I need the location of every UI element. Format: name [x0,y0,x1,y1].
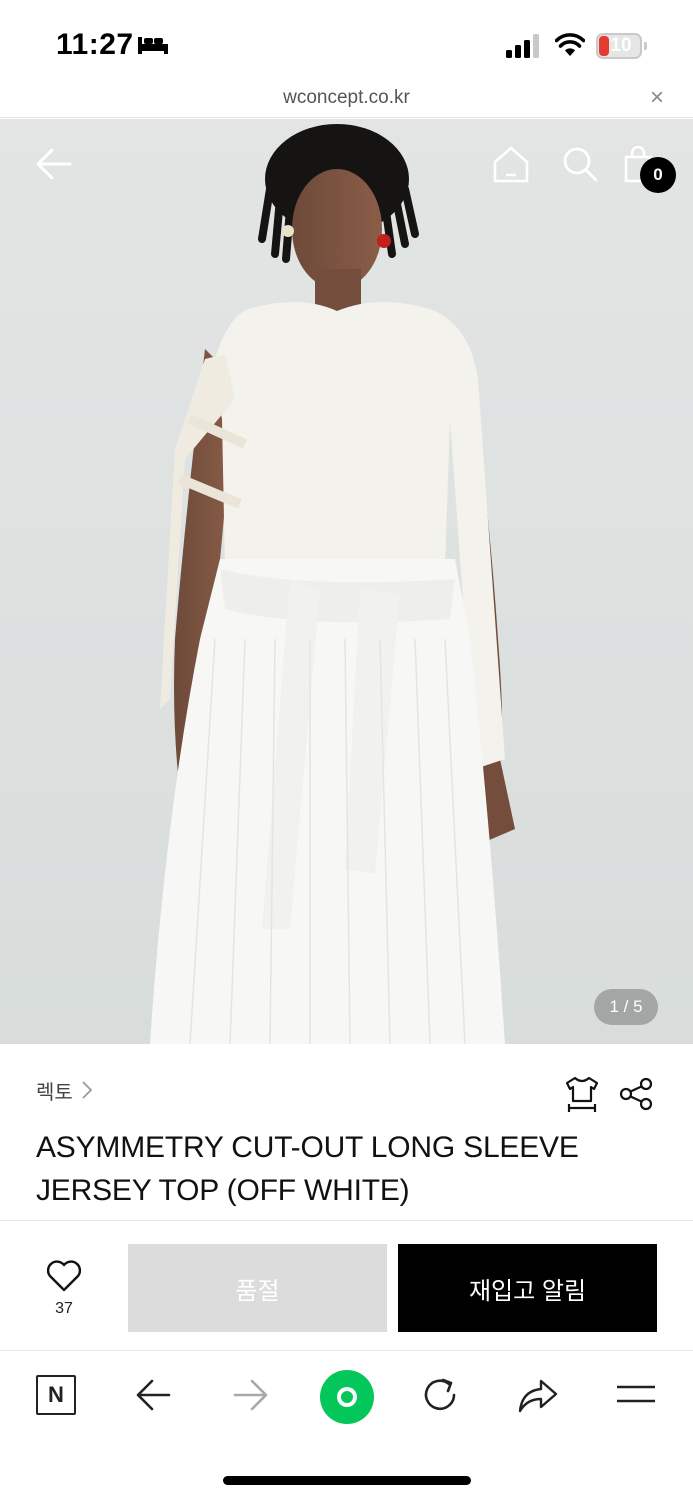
back-icon[interactable] [135,1375,173,1415]
soldout-button[interactable]: 품절 [128,1244,387,1332]
wifi-icon [555,33,585,56]
status-time: 11:27 [56,28,134,61]
size-guide-icon[interactable] [563,1075,601,1115]
home-icon[interactable] [492,145,530,183]
battery-level: 10 [610,35,632,56]
brand-link[interactable]: 렉토 [36,1075,93,1105]
product-title-line2: JERSEY TOP (OFF WHITE) [36,1174,410,1207]
back-arrow-icon[interactable] [34,147,74,181]
battery-icon: 10 [596,33,648,59]
brand-name[interactable]: 렉토 [36,1076,73,1105]
model-photo [0,119,693,1044]
menu-icon[interactable] [615,1381,657,1409]
like-count: 37 [55,1300,73,1317]
product-image[interactable]: 0 1 / 5 [0,119,693,1044]
chevron-right-icon [82,1081,93,1099]
close-icon[interactable]: × [645,86,669,111]
product-title: ASYMMETRY CUT-OUT LONG SLEEVE JERSEY TOP… [36,1126,656,1212]
search-icon[interactable] [561,145,599,183]
signal-icon [506,34,539,58]
bed-icon [138,37,168,54]
reload-icon[interactable] [421,1375,461,1415]
forward-icon[interactable] [231,1375,269,1415]
like-button[interactable]: 37 [30,1258,98,1324]
cart-count-badge[interactable]: 0 [640,157,676,193]
naver-n-icon[interactable]: N [36,1375,76,1415]
heart-icon [46,1260,82,1292]
share-icon[interactable] [618,1077,654,1111]
status-bar: 11:27 10 [0,0,693,84]
restock-alert-button[interactable]: 재입고 알림 [398,1244,657,1332]
share-arrow-icon[interactable] [517,1375,559,1415]
green-dot-icon[interactable] [320,1370,374,1424]
url-bar[interactable]: wconcept.co.kr × [0,84,693,118]
url-text[interactable]: wconcept.co.kr [0,87,693,109]
product-title-line1: ASYMMETRY CUT-OUT LONG SLEEVE [36,1131,579,1164]
divider [0,1220,693,1221]
home-indicator [223,1476,471,1485]
image-page-indicator: 1 / 5 [594,989,658,1025]
